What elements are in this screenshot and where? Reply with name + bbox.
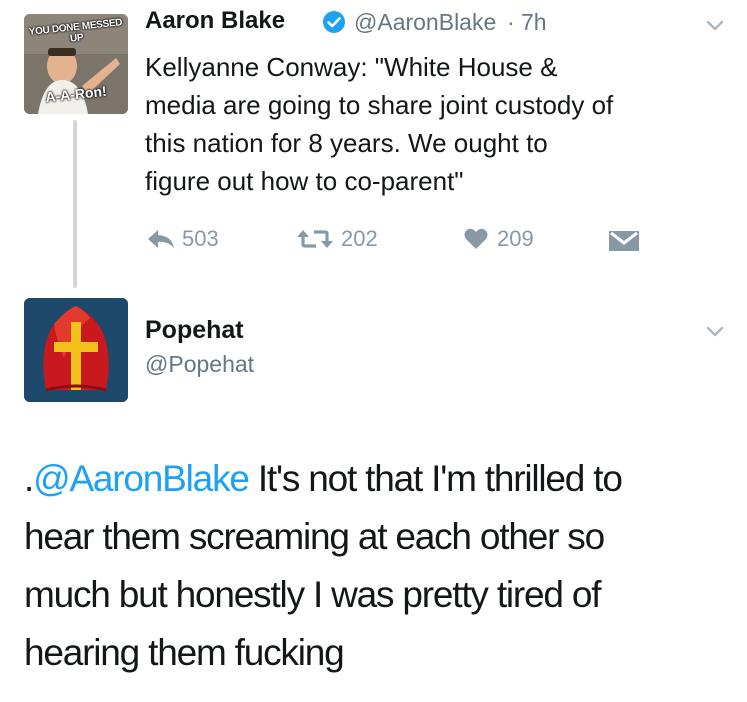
- reply-count: 503: [182, 226, 219, 251]
- heart-icon: [464, 228, 488, 249]
- like-count: 209: [497, 226, 534, 251]
- verified-badge-icon: [323, 11, 345, 33]
- tweet-text-line: .@AaronBlake It's not that I'm thrilled …: [24, 450, 734, 508]
- direct-message-button[interactable]: [608, 228, 640, 254]
- tweet-text-line: hearing them fucking: [24, 632, 345, 673]
- separator-dot: ·: [507, 9, 515, 35]
- reply-button[interactable]: 503: [146, 226, 219, 252]
- retweet-icon: [297, 230, 333, 248]
- tweet-text-line: media are going to share joint custody o…: [145, 90, 614, 120]
- tweet-text: Kellyanne Conway: "White House & media a…: [145, 48, 735, 200]
- retweet-button[interactable]: 202: [296, 226, 378, 252]
- tweet-text-line: hear them screaming at each other so: [24, 516, 605, 557]
- tweet-text-line: this nation for 8 years. We ought to: [145, 128, 548, 158]
- author-name[interactable]: Popehat: [145, 316, 244, 345]
- retweet-count: 202: [341, 226, 378, 251]
- tweet-text: .@AaronBlake It's not that I'm thrilled …: [24, 450, 734, 682]
- avatar-popehat[interactable]: [24, 298, 128, 402]
- author-name[interactable]: Aaron Blake: [145, 7, 285, 35]
- tweet-text-fragment: It's not that I'm thrilled to: [248, 458, 623, 499]
- mention-link[interactable]: @AaronBlake: [33, 458, 250, 499]
- chevron-down-icon[interactable]: [706, 20, 724, 32]
- like-button[interactable]: 209: [463, 226, 534, 252]
- envelope-icon: [609, 231, 639, 251]
- text-prefix: .: [24, 458, 34, 499]
- thread-connector-line: [73, 120, 77, 288]
- tweet-text-line: Kellyanne Conway: "White House &: [145, 52, 558, 82]
- chevron-down-icon[interactable]: [706, 326, 724, 338]
- reply-icon: [148, 230, 174, 248]
- mitre-logo-icon: [24, 298, 128, 402]
- author-handle[interactable]: @Popehat: [145, 351, 254, 378]
- author-handle[interactable]: @AaronBlake: [354, 9, 496, 36]
- tweet-timestamp[interactable]: 7h: [521, 9, 547, 36]
- avatar-aaron-blake[interactable]: YOU DONE MESSED UP A-A-Ron!: [24, 14, 128, 114]
- tweet-text-line: much but honestly I was pretty tired of: [24, 574, 602, 615]
- tweet-text-line: figure out how to co-parent": [145, 166, 464, 196]
